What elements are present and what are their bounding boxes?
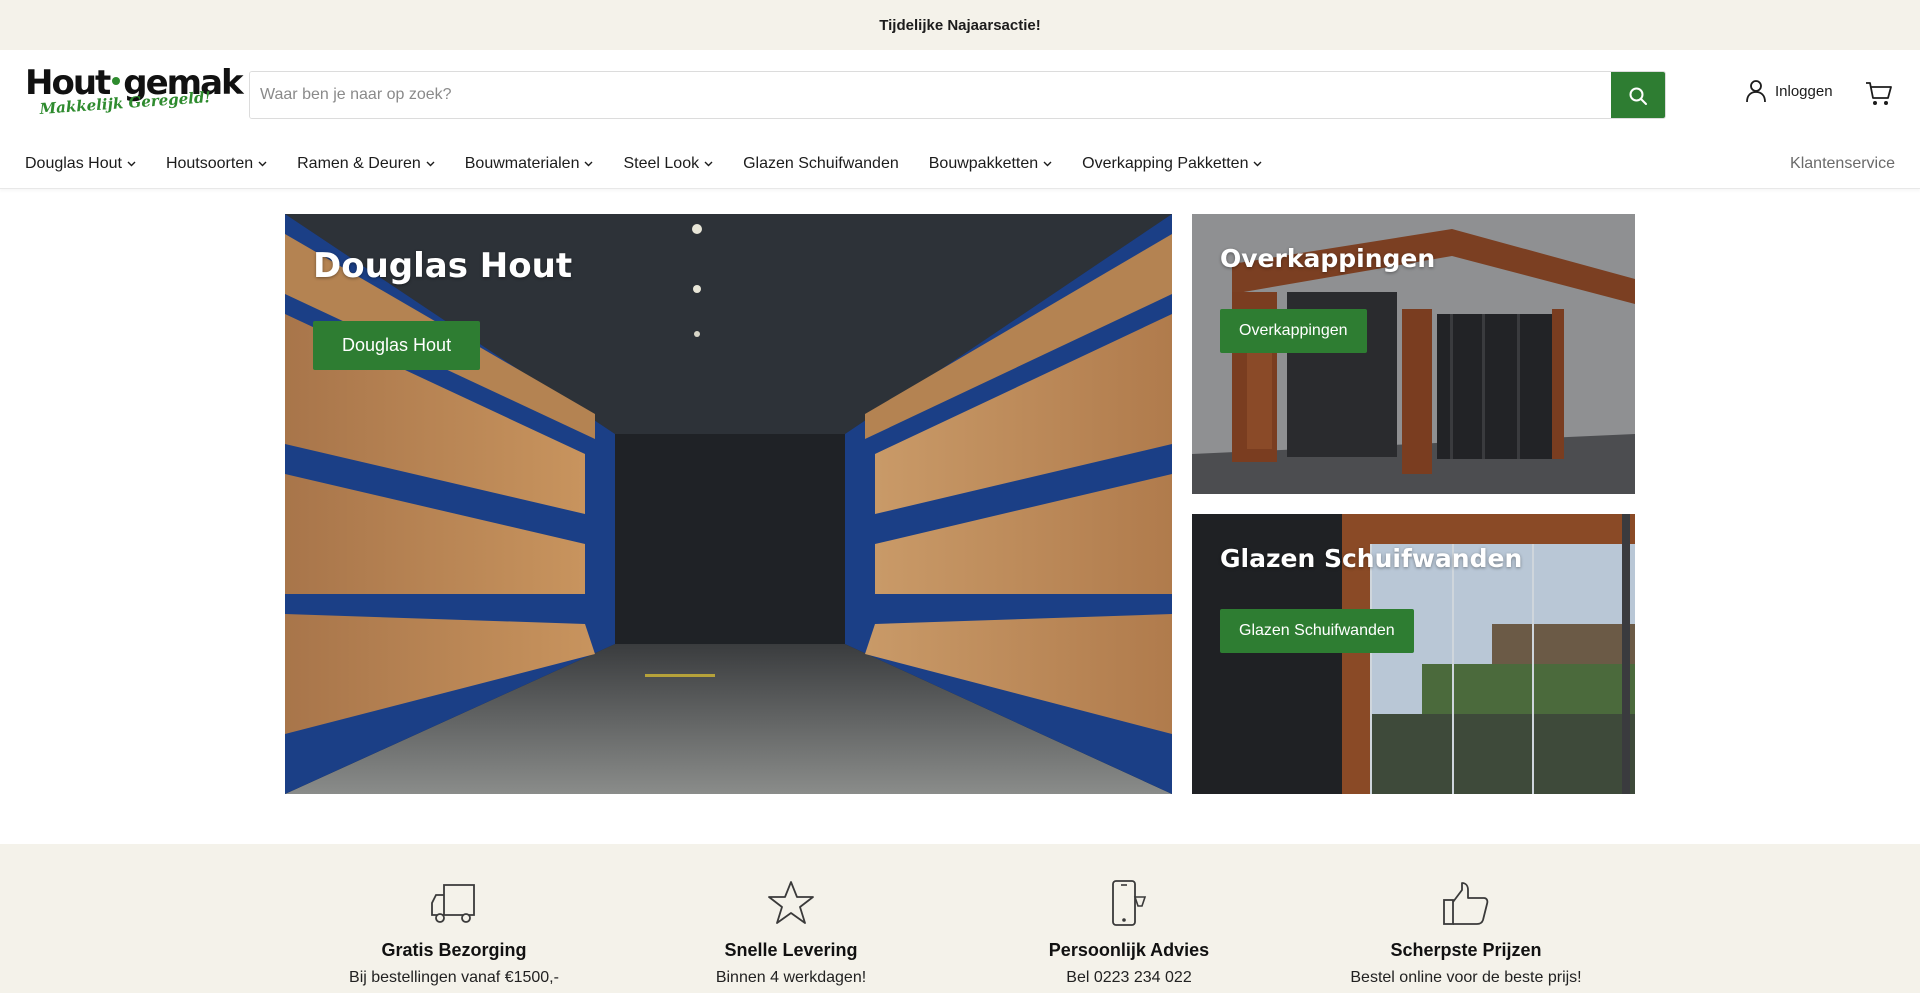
logo-dot bbox=[112, 77, 121, 85]
hero-tile-douglas-hout[interactable]: Douglas Hout Douglas Hout bbox=[285, 214, 1172, 794]
warehouse-image bbox=[285, 214, 1172, 794]
nav-label: Overkapping Pakketten bbox=[1082, 154, 1249, 172]
nav-item-houtsoorten[interactable]: Houtsoorten bbox=[166, 155, 267, 173]
glazen-schuifwanden-button[interactable]: Glazen Schuifwanden bbox=[1220, 609, 1414, 653]
chevron-down-icon bbox=[1043, 161, 1052, 166]
nav-item-ramen-deuren[interactable]: Ramen & Deuren bbox=[297, 155, 435, 173]
nav-item-overkapping-pakketten[interactable]: Overkapping Pakketten bbox=[1082, 155, 1262, 173]
usp-title: Scherpste Prijzen bbox=[1390, 940, 1542, 960]
nav-label: Bouwmaterialen bbox=[464, 154, 580, 172]
usp-subtitle: Bestel online voor de beste prijs! bbox=[1350, 969, 1582, 986]
thumbs-up-icon bbox=[1443, 882, 1489, 925]
usp-subtitle: Bij bestellingen vanaf €1500,- bbox=[349, 969, 559, 986]
chevron-down-icon bbox=[127, 161, 136, 166]
usp-title: Snelle Levering bbox=[724, 940, 858, 960]
overkappingen-button[interactable]: Overkappingen bbox=[1220, 309, 1367, 353]
nav-item-steel-look[interactable]: Steel Look bbox=[623, 155, 713, 173]
hero-bottom-title: Glazen Schuifwanden bbox=[1220, 544, 1523, 573]
nav-label: Steel Look bbox=[623, 154, 700, 172]
announcement-text[interactable]: Tijdelijke Najaarsactie! bbox=[879, 17, 1040, 34]
hero-main-title: Douglas Hout bbox=[313, 246, 573, 286]
usp-subtitle: Bel 0223 234 022 bbox=[1066, 969, 1192, 986]
chevron-down-icon bbox=[584, 161, 593, 166]
announcement-bar: Tijdelijke Najaarsactie! bbox=[0, 0, 1920, 50]
hero-grid: Douglas Hout Douglas Hout Overkappingen … bbox=[285, 214, 1635, 794]
cart-icon bbox=[1866, 82, 1892, 105]
nav-label: Houtsoorten bbox=[165, 154, 254, 172]
usp-gratis-bezorging: Gratis Bezorging Bij bestellingen vanaf … bbox=[304, 878, 604, 987]
douglas-hout-button[interactable]: Douglas Hout bbox=[313, 321, 481, 370]
usp-persoonlijk-advies: Persoonlijk Advies Bel 0223 234 022 bbox=[979, 878, 1279, 987]
login-label: Inloggen bbox=[1775, 82, 1833, 100]
user-icon bbox=[1746, 80, 1766, 103]
search-input[interactable] bbox=[250, 72, 1611, 118]
search-button[interactable] bbox=[1611, 72, 1665, 118]
usp-bar: Gratis Bezorging Bij bestellingen vanaf … bbox=[0, 844, 1920, 993]
usp-subtitle: Binnen 4 werkdagen! bbox=[715, 969, 867, 986]
site-header: Houtgemak Makkelijk Geregeld! Inloggen bbox=[0, 50, 1920, 139]
nav-klantenservice[interactable]: Klantenservice bbox=[1790, 155, 1895, 173]
nav-item-bouwpakketten[interactable]: Bouwpakketten bbox=[929, 155, 1052, 173]
search-bar bbox=[249, 71, 1666, 119]
nav-item-glazen-schuifwanden[interactable]: Glazen Schuifwanden bbox=[743, 155, 899, 173]
cart-button[interactable] bbox=[1865, 81, 1893, 112]
login-link[interactable]: Inloggen bbox=[1745, 79, 1833, 103]
nav-label: Douglas Hout bbox=[25, 154, 122, 172]
nav-item-bouwmaterialen[interactable]: Bouwmaterialen bbox=[465, 155, 594, 173]
chevron-down-icon bbox=[704, 161, 713, 166]
phone-icon bbox=[1112, 880, 1147, 926]
star-icon bbox=[768, 881, 814, 924]
hero-top-title: Overkappingen bbox=[1220, 244, 1436, 273]
chevron-down-icon bbox=[258, 161, 267, 166]
search-icon bbox=[1629, 87, 1647, 105]
chevron-down-icon bbox=[1253, 161, 1262, 166]
chevron-down-icon bbox=[426, 161, 435, 166]
truck-icon bbox=[431, 884, 475, 923]
nav-item-douglas-hout[interactable]: Douglas Hout bbox=[25, 155, 136, 173]
logo[interactable]: Hout gemak Makkelijk Geregeld! bbox=[25, 66, 244, 124]
nav-label: Bouwpakketten bbox=[928, 154, 1039, 172]
usp-title: Persoonlijk Advies bbox=[1048, 940, 1210, 960]
hero-tile-overkappingen[interactable]: Overkappingen Overkappingen bbox=[1192, 214, 1635, 494]
hero-tile-glazen-schuifwanden[interactable]: Glazen Schuifwanden Glazen Schuifwanden bbox=[1192, 514, 1635, 794]
usp-title: Gratis Bezorging bbox=[381, 940, 527, 960]
main-nav: Douglas Hout Houtsoorten Ramen & Deuren … bbox=[0, 139, 1920, 189]
usp-snelle-levering: Snelle Levering Binnen 4 werkdagen! bbox=[641, 878, 941, 987]
usp-scherpste-prijzen: Scherpste Prijzen Bestel online voor de … bbox=[1316, 878, 1616, 987]
nav-label: Glazen Schuifwanden bbox=[743, 154, 899, 172]
nav-label: Ramen & Deuren bbox=[297, 154, 421, 172]
